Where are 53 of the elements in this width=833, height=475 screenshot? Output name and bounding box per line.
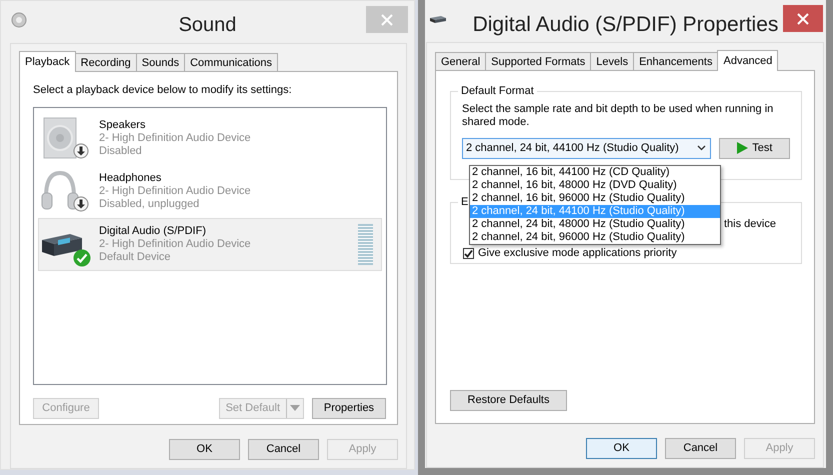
checkbox-label: Give exclusive mode applications priority xyxy=(478,246,677,261)
caret-icon xyxy=(290,405,300,411)
device-name: Headphones xyxy=(99,172,162,184)
tab[interactable]: General xyxy=(435,52,486,70)
close-icon xyxy=(797,13,809,26)
dropdown-option[interactable]: 2 channel, 24 bit, 48000 Hz (Studio Quality) xyxy=(470,218,720,231)
device-description: 2- High Definition Audio Device xyxy=(99,238,251,250)
device-item[interactable]: Digital Audio (S/PDIF) 2- High Definition Audio Device Default Device xyxy=(38,218,382,270)
device-item[interactable]: Headphones 2- High Definition Audio Device Disabled, unplugged xyxy=(38,164,382,218)
device-description: 2- High Definition Audio Device xyxy=(99,184,251,198)
tab[interactable]: Supported Formats xyxy=(485,52,592,70)
chevron-down-icon xyxy=(696,145,706,151)
device-icon xyxy=(429,14,447,24)
close-button[interactable] xyxy=(783,5,823,32)
dropdown-option[interactable]: 2 channel, 16 bit, 96000 Hz (Studio Quality) xyxy=(470,192,720,205)
window-title: Digital Audio (S/PDIF) Properties xyxy=(472,12,778,38)
instruction-text: Select a playback device below to modify its settings: xyxy=(32,83,293,98)
window-title: Sound xyxy=(178,13,236,38)
dropdown-option[interactable]: 2 channel, 16 bit, 44100 Hz (CD Quality) xyxy=(470,166,720,179)
checkbox[interactable] xyxy=(463,248,474,258)
dropdown-option[interactable]: 2 channel, 16 bit, 48000 Hz (DVD Quality) xyxy=(470,179,720,192)
dialog-button[interactable]: Cancel xyxy=(665,438,736,459)
checkmark-icon xyxy=(464,248,473,258)
device-status: Default Device xyxy=(99,250,172,264)
device-status: Disabled, unplugged xyxy=(99,198,200,210)
device-description: 2- High Definition Audio Device xyxy=(99,132,251,144)
dialog-button[interactable]: OK xyxy=(169,439,240,460)
device-status: Disabled xyxy=(99,144,143,158)
device-name: Digital Audio (S/PDIF) xyxy=(99,224,207,238)
play-icon xyxy=(736,142,748,154)
dropdown-option[interactable]: 2 channel, 24 bit, 96000 Hz (Studio Quality) xyxy=(470,231,720,244)
checkbox-label: this device xyxy=(724,216,776,232)
tab[interactable]: Recording xyxy=(74,53,137,71)
device-button[interactable]: Properties xyxy=(312,398,386,418)
tab[interactable]: Enhancements xyxy=(633,52,718,70)
group-label: E xyxy=(460,195,470,210)
close-icon xyxy=(381,14,393,26)
tab[interactable]: Levels xyxy=(590,52,634,70)
tab[interactable]: Playback xyxy=(19,51,76,72)
device-list[interactable]: Speakers 2- High Definition Audio Device Disabled Headphones 2- High Definition Audio Device Disabled, unplugged Digital Audio (S/PDIF) 2- High Definition Audio Device Default Device xyxy=(33,106,387,384)
device-item[interactable]: Speakers 2- High Definition Audio Device Disabled xyxy=(38,112,382,164)
group-label: Default Format xyxy=(460,84,535,99)
dialog-button[interactable]: OK xyxy=(586,438,657,459)
sound-app-icon xyxy=(10,11,28,29)
tab[interactable]: Sounds xyxy=(136,53,186,71)
device-name: Speakers xyxy=(99,118,146,132)
restore-defaults-button[interactable]: Restore Defaults xyxy=(450,390,567,411)
format-dropdown[interactable]: 2 channel, 24 bit, 44100 Hz (Studio Quality) xyxy=(462,138,711,158)
dialog-button[interactable]: Cancel xyxy=(248,439,319,460)
tab[interactable]: Advanced xyxy=(717,50,778,71)
test-button[interactable]: Test xyxy=(718,138,790,158)
format-description: Select the sample rate and bit depth to be used when running in shared mode. xyxy=(462,102,774,128)
tab[interactable]: Communications xyxy=(184,53,278,71)
